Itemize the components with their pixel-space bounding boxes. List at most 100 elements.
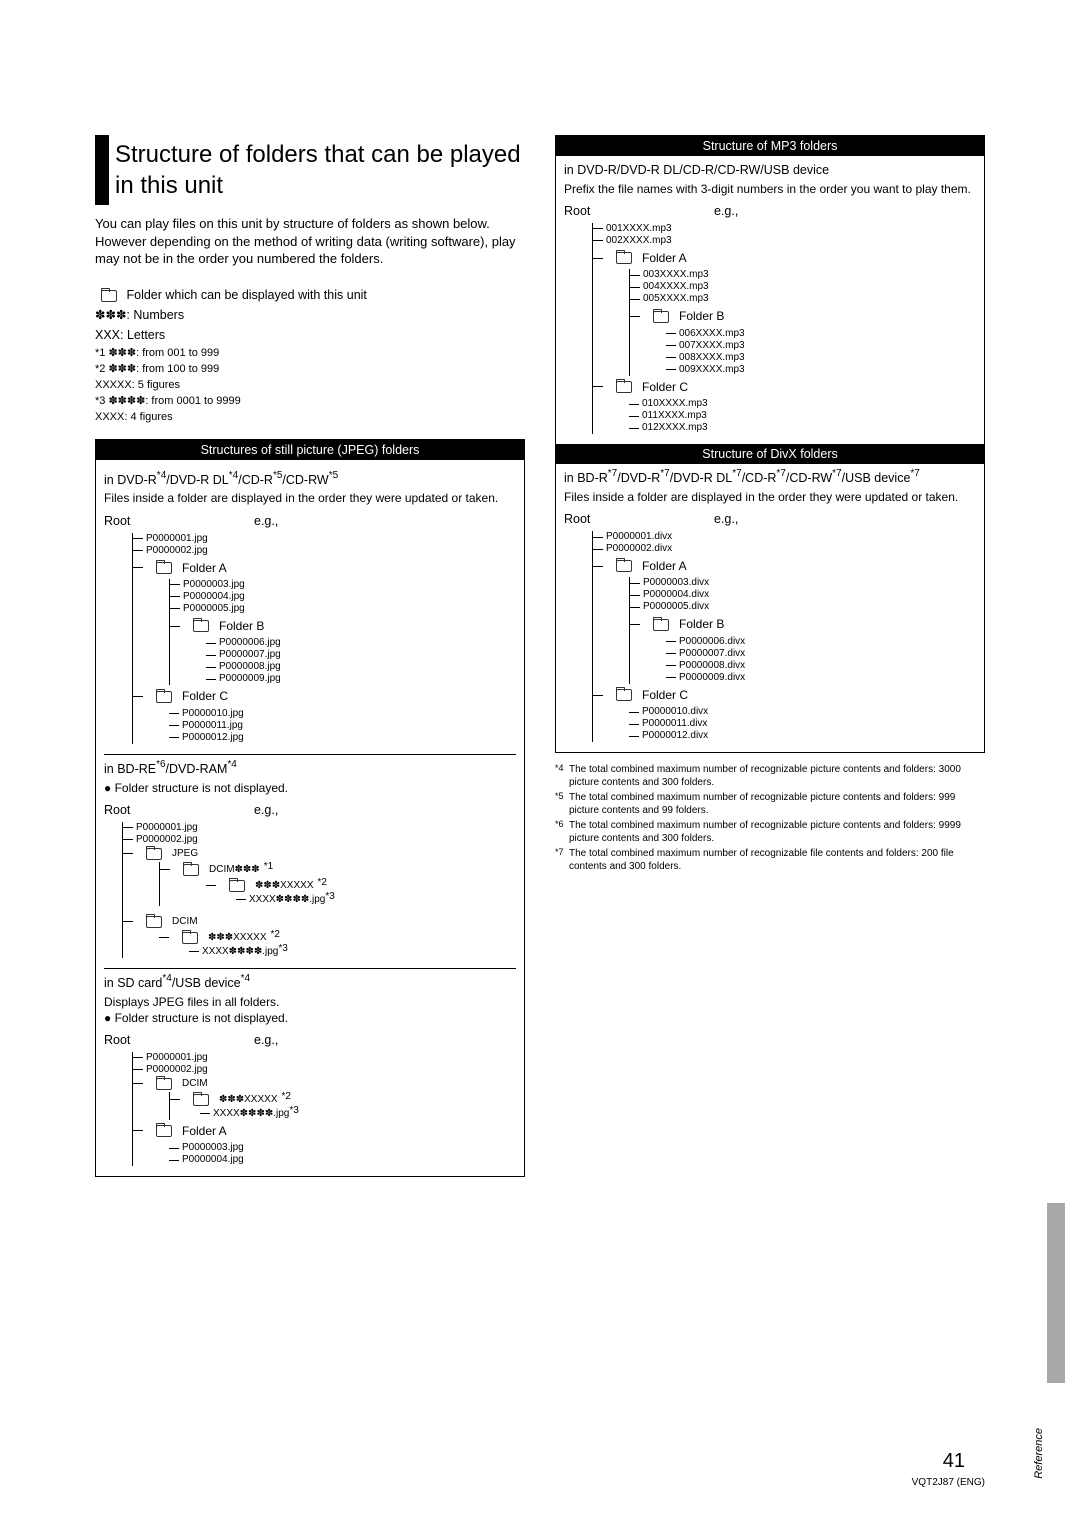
file: P0000008.jpg xyxy=(212,661,516,673)
file: P0000010.divx xyxy=(635,706,976,718)
root-label: Root xyxy=(104,513,254,530)
jpeg-sec1-desc: Files inside a folder are displayed in t… xyxy=(104,490,516,506)
folder-icon xyxy=(193,1094,209,1106)
main-title: Structure of folders that can be played … xyxy=(115,135,525,205)
jpeg-panel-header: Structures of still picture (JPEG) folde… xyxy=(96,440,524,460)
file: P0000008.divx xyxy=(672,660,976,672)
main-title-block: Structure of folders that can be played … xyxy=(95,135,525,205)
root-label: Root xyxy=(564,511,714,528)
fn-text: The total combined maximum number of rec… xyxy=(569,819,985,845)
file: P0000011.jpg xyxy=(175,720,516,732)
fn-top-2: *2 ✽✽✽: from 100 to 999 xyxy=(95,362,525,377)
file: P0000004.jpg xyxy=(176,591,516,603)
file: P0000006.divx xyxy=(672,636,976,648)
jpeg-sec3: in SD card*4/USB device*4 Displays JPEG … xyxy=(104,968,516,1167)
file: P0000002.jpg xyxy=(139,1064,516,1076)
file: P0000005.jpg xyxy=(176,603,516,615)
file: P0000010.jpg xyxy=(175,708,516,720)
footnotes-top: *1 ✽✽✽: from 001 to 999 *2 ✽✽✽: from 100… xyxy=(95,346,525,424)
jpeg-folder: JPEG xyxy=(129,846,516,862)
folder-b: Folder B xyxy=(636,305,976,327)
file: 001XXXX.mp3 xyxy=(599,223,976,235)
file: 009XXXX.mp3 xyxy=(672,364,976,376)
mp3-panel-body: in DVD-R/DVD-R DL/CD-R/CD-RW/USB device … xyxy=(556,156,984,444)
file: P0000004.jpg xyxy=(175,1154,516,1166)
folder-icon xyxy=(616,381,632,393)
fn-top-3: XXXXX: 5 figures xyxy=(95,378,525,393)
fn-row: *7 The total combined maximum number of … xyxy=(555,847,985,873)
jpeg-sec1: in DVD-R*4/DVD-R DL*4/CD-R*5/CD-RW*5 Fil… xyxy=(104,472,516,744)
folder-icon xyxy=(183,864,199,876)
sub-folder: ✽✽✽XXXXX *2 xyxy=(165,930,516,946)
jpeg-tree-1: P0000001.jpg P0000002.jpg Folder A P0000… xyxy=(122,533,516,744)
fn-num: *5 xyxy=(555,791,569,817)
fn-row: *5 The total combined maximum number of … xyxy=(555,791,985,817)
folder-icon xyxy=(146,916,162,928)
file: P0000001.jpg xyxy=(139,533,516,545)
right-column: Structure of MP3 folders in DVD-R/DVD-R … xyxy=(555,135,985,1177)
file: 012XXXX.mp3 xyxy=(635,422,976,434)
folder-icon xyxy=(146,848,162,860)
file: P0000006.jpg xyxy=(212,637,516,649)
fn-top-4: *3 ✽✽✽✽: from 0001 to 9999 xyxy=(95,394,525,409)
folder-icon xyxy=(156,1125,172,1137)
fn-num: *6 xyxy=(555,819,569,845)
file: 010XXXX.mp3 xyxy=(635,398,976,410)
fn-top-1: *1 ✽✽✽: from 001 to 999 xyxy=(95,346,525,361)
root-eg-row: Root e.g., xyxy=(104,802,516,819)
folder-c: Folder C xyxy=(599,684,976,706)
jpeg-sec1-device: in DVD-R*4/DVD-R DL*4/CD-R*5/CD-RW*5 xyxy=(104,472,516,489)
eg-label: e.g., xyxy=(254,513,278,530)
jpeg-sec3-bullet: ● Folder structure is not displayed. xyxy=(104,1010,516,1026)
file: P0000007.jpg xyxy=(212,649,516,661)
root-label: Root xyxy=(564,203,714,220)
root-label: Root xyxy=(104,802,254,819)
file: P0000012.jpg xyxy=(175,732,516,744)
file: P0000001.jpg xyxy=(129,822,516,834)
legend-folder-text: Folder which can be displayed with this … xyxy=(126,288,366,302)
folder-icon xyxy=(616,252,632,264)
fn-num: *7 xyxy=(555,847,569,873)
file: P0000001.divx xyxy=(599,531,976,543)
legend-xxx: XXX: Letters xyxy=(95,326,525,344)
file: P0000009.divx xyxy=(672,672,976,684)
side-tab-bg xyxy=(1047,1203,1065,1383)
file: P0000004.divx xyxy=(636,589,976,601)
folder-icon xyxy=(653,311,669,323)
file: 011XXXX.mp3 xyxy=(635,410,976,422)
file: 007XXXX.mp3 xyxy=(672,340,976,352)
dcim-folder: DCIM xyxy=(139,1076,516,1092)
mp3-tree: 001XXXX.mp3 002XXXX.mp3 Folder A 003XXXX… xyxy=(582,223,976,434)
file: P0000011.divx xyxy=(635,718,976,730)
eg-label: e.g., xyxy=(714,511,738,528)
eg-label: e.g., xyxy=(254,1032,278,1049)
fn-text: The total combined maximum number of rec… xyxy=(569,791,985,817)
jpeg-sec2: in BD-RE*6/DVD-RAM*4 ● Folder structure … xyxy=(104,754,516,958)
file-pattern: XXXX✽✽✽✽.jpg *3 xyxy=(206,1108,516,1120)
left-column: Structure of folders that can be played … xyxy=(95,135,525,1177)
root-eg-row: Root e.g., xyxy=(104,513,516,530)
legend-folder: Folder which can be displayed with this … xyxy=(95,286,525,304)
file: 003XXXX.mp3 xyxy=(636,269,976,281)
file: P0000003.jpg xyxy=(176,579,516,591)
file: 006XXXX.mp3 xyxy=(672,328,976,340)
file: P0000003.divx xyxy=(636,577,976,589)
fn-row: *6 The total combined maximum number of … xyxy=(555,819,985,845)
footnotes-right: *4 The total combined maximum number of … xyxy=(555,763,985,873)
mp3-panel-header: Structure of MP3 folders xyxy=(556,136,984,156)
fn-num: *4 xyxy=(555,763,569,789)
folder-b: Folder B xyxy=(636,613,976,635)
page-columns: Structure of folders that can be played … xyxy=(95,135,985,1177)
fn-text: The total combined maximum number of rec… xyxy=(569,763,985,789)
folder-b: Folder B xyxy=(176,615,516,637)
folder-a: Folder A xyxy=(139,1120,516,1142)
divx-device: in BD-R*7/DVD-R*7/DVD-R DL*7/CD-R*7/CD-R… xyxy=(564,470,976,487)
file: P0000002.divx xyxy=(599,543,976,555)
file: P0000007.divx xyxy=(672,648,976,660)
root-eg-row: Root e.g., xyxy=(564,511,976,528)
folder-icon xyxy=(156,691,172,703)
file: P0000001.jpg xyxy=(139,1052,516,1064)
bullet-text: Folder structure is not displayed. xyxy=(115,1011,288,1025)
sub-folder: ✽✽✽XXXXX *2 xyxy=(176,1092,516,1108)
file: P0000009.jpg xyxy=(212,673,516,685)
